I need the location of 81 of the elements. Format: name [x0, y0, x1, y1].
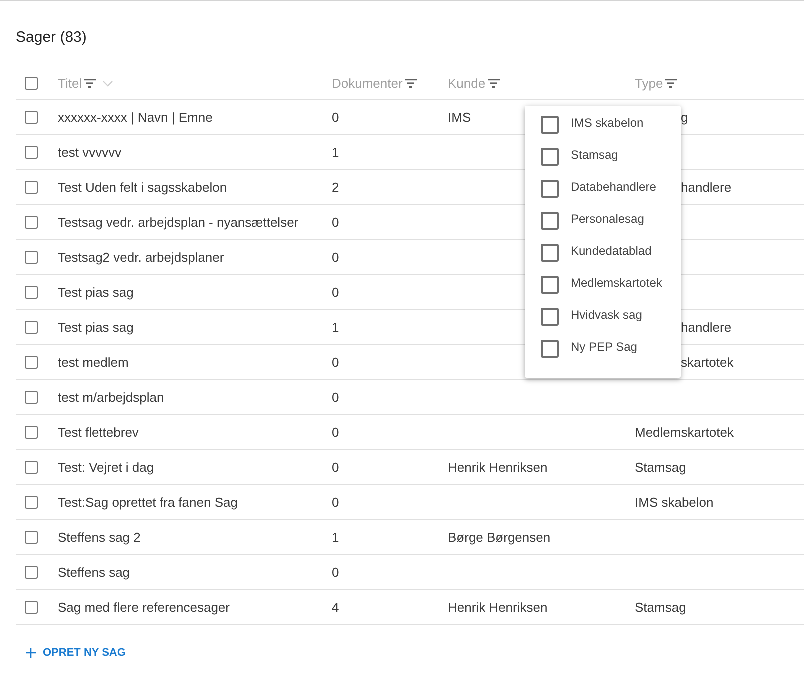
table-cell: 0	[332, 110, 340, 124]
table-cell: 4	[332, 600, 340, 614]
table-cell: Testsag vedr. arbejdsplan - nyansættelser	[58, 214, 299, 230]
table-cell: Stamsag	[635, 600, 686, 614]
table-cell: Steffens sag 2	[58, 530, 141, 544]
table-cell: Test: Vejret i dag	[58, 460, 154, 474]
table-cell: 0	[332, 354, 340, 370]
row-checkbox[interactable]	[25, 460, 38, 474]
option-checkbox[interactable]	[541, 340, 559, 358]
table-cell: Henrik Henriksen	[448, 460, 548, 474]
table-cell: 0	[332, 284, 340, 300]
option-checkbox[interactable]	[541, 244, 559, 262]
row-checkbox[interactable]	[25, 390, 38, 404]
table-cell: Test Uden felt i sagsskabelon	[58, 180, 228, 194]
table-cell: Steffens sag	[58, 564, 130, 580]
table-cell: skartotek	[681, 354, 734, 370]
row-checkbox[interactable]	[25, 566, 38, 578]
table-cell: handlere	[681, 180, 732, 194]
option-checkbox[interactable]	[541, 212, 559, 230]
row-checkbox[interactable]	[25, 216, 38, 228]
table-cell: 0	[332, 460, 340, 474]
option-label[interactable]: Databehandlere	[571, 180, 656, 194]
table-cell: Test pias sag	[58, 284, 134, 300]
table-cell: Test pias sag	[58, 320, 134, 334]
table-cell: Henrik Henriksen	[448, 600, 548, 614]
option-checkbox[interactable]	[541, 148, 559, 166]
row-checkbox[interactable]	[25, 320, 38, 334]
filter-icon[interactable]	[665, 79, 678, 88]
filter-icon[interactable]	[488, 79, 500, 88]
table-cell: test vvvvvv	[58, 144, 122, 160]
filter-icon[interactable]	[84, 79, 96, 88]
page-title: Sager (83)	[16, 28, 87, 48]
table-cell: 0	[332, 424, 340, 440]
option-label[interactable]: Kundedatablad	[571, 244, 652, 258]
option-checkbox[interactable]	[541, 180, 559, 198]
option-checkbox[interactable]	[541, 276, 559, 294]
row-checkbox[interactable]	[25, 286, 38, 298]
option-checkbox[interactable]	[541, 116, 559, 134]
table-cell: Test flettebrev	[58, 424, 139, 440]
add-case-button[interactable]: OPRET NY SAG	[24, 645, 128, 661]
table-cell: Medlemskartotek	[635, 424, 734, 440]
row-checkbox[interactable]	[25, 356, 38, 368]
option-label[interactable]: Medlemskartotek	[571, 276, 662, 290]
filter-icon[interactable]	[404, 79, 417, 88]
row-checkbox[interactable]	[25, 426, 38, 438]
table-cell: handlere	[681, 320, 732, 334]
table-cell: xxxxxx-xxxx | Navn | Emne	[58, 110, 213, 124]
table-cell: 1	[332, 320, 340, 334]
table-cell: Børge Børgensen	[448, 530, 551, 544]
table-cell: Testsag2 vedr. arbejdsplaner	[58, 250, 224, 264]
table-cell: IMS skabelon	[635, 494, 714, 510]
table-cell: 0	[332, 250, 340, 264]
table-cell: test m/arbejdsplan	[58, 390, 164, 404]
table-cell: 0	[332, 494, 340, 510]
option-checkbox[interactable]	[541, 308, 559, 326]
table-cell: 1	[332, 144, 340, 160]
table-cell: 1	[332, 530, 340, 544]
table-cell: Sag med flere referencesager	[58, 600, 230, 614]
select-all-checkbox[interactable]	[25, 77, 38, 90]
table-cell: test medlem	[58, 354, 129, 370]
row-checkbox[interactable]	[25, 600, 38, 614]
option-label[interactable]: IMS skabelon	[571, 116, 644, 130]
plus-icon	[26, 648, 36, 658]
row-checkbox[interactable]	[25, 496, 38, 508]
table-cell: g	[681, 110, 688, 124]
row-checkbox[interactable]	[25, 146, 38, 158]
table-cell: IMS	[448, 110, 472, 124]
table-cell: 2	[332, 180, 340, 194]
table-cell: 0	[332, 564, 340, 580]
option-label[interactable]: Ny PEP Sag	[571, 340, 638, 354]
row-checkbox[interactable]	[25, 250, 38, 264]
row-checkbox[interactable]	[25, 530, 38, 544]
table-cell: Stamsag	[635, 460, 686, 474]
row-checkbox[interactable]	[25, 110, 38, 124]
row-checkbox[interactable]	[25, 180, 38, 194]
table-cell: 0	[332, 214, 340, 230]
option-label[interactable]: Personalesag	[571, 212, 644, 226]
table-cell: 0	[332, 390, 340, 404]
table-cell: Test:Sag oprettet fra fanen Sag	[58, 494, 238, 510]
option-label[interactable]: Stamsag	[571, 148, 618, 162]
option-label[interactable]: Hvidvask sag	[571, 308, 642, 322]
